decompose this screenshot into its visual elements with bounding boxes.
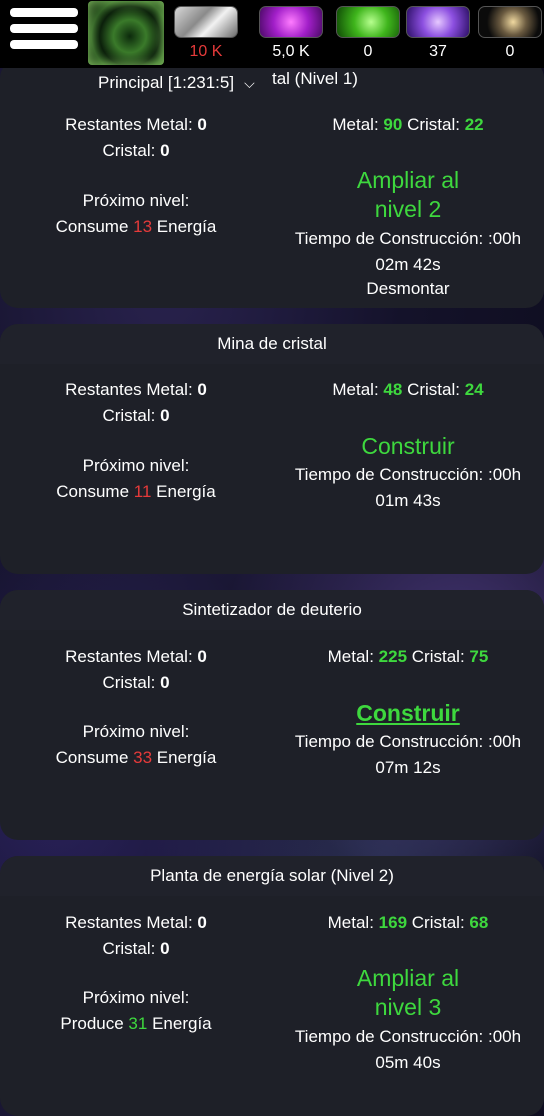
build-time: Tiempo de Construcción: :00h 05m 40s [294, 1027, 522, 1072]
build-button[interactable]: Construir [272, 699, 544, 728]
build-time: Tiempo de Construcción: :00h 07m 12s [294, 732, 522, 777]
crystal-icon [259, 6, 323, 38]
upgrade-button[interactable]: Ampliar al nivel 3 [272, 964, 544, 1022]
building-title: Planta de energía solar (Nivel 2) [0, 856, 544, 896]
crystal-resource[interactable]: 5,0 K [259, 6, 323, 61]
build-time: Tiempo de Construcción: :00h 02m 42s [294, 229, 522, 274]
building-title: Sintetizador de deuterio [0, 590, 544, 630]
dark-matter-resource[interactable]: 0 [478, 6, 542, 61]
chevron-down-icon: ⌵ [244, 74, 255, 91]
metal-resource[interactable]: 10 K [174, 6, 238, 61]
energy-resource[interactable]: 37 [406, 6, 470, 61]
next-level-energy: Próximo nivel: Consume 13 Energía [55, 191, 217, 236]
planet-selector-label: Principal [1:231:5] [98, 73, 235, 92]
dismantle-link[interactable]: Desmontar [272, 276, 544, 302]
building-card-crystal-mine: Mina de cristal Restantes Metal: 0 Crist… [0, 324, 544, 574]
dark-matter-amount: 0 [505, 43, 515, 60]
remaining-resources: Restantes Metal: 0 Cristal: 0 [65, 115, 207, 160]
planet-thumbnail[interactable] [88, 1, 164, 65]
building-title: tal (Nivel 1) [272, 69, 358, 88]
upgrade-button[interactable]: Ampliar al nivel 2 [272, 166, 544, 224]
metal-icon [174, 6, 238, 38]
build-cost: Metal: 169 Cristal: 68 [327, 913, 489, 932]
deuterium-icon [336, 6, 400, 38]
remaining-resources: Restantes Metal: 0 Cristal: 0 [65, 913, 207, 958]
next-level-energy: Próximo nivel: Produce 31 Energía [60, 988, 212, 1033]
deuterium-amount: 0 [363, 43, 373, 60]
metal-amount: 10 K [189, 43, 223, 60]
planet-selector[interactable]: Principal [1:231:5] ⌵ [88, 68, 272, 98]
next-level-energy: Próximo nivel: Consume 11 Energía [56, 456, 216, 501]
deuterium-resource[interactable]: 0 [336, 6, 400, 61]
energy-icon [406, 6, 470, 38]
build-cost: Metal: 90 Cristal: 22 [332, 115, 484, 134]
build-cost: Metal: 48 Cristal: 24 [332, 380, 484, 399]
remaining-resources: Restantes Metal: 0 Cristal: 0 [65, 647, 207, 692]
energy-amount: 37 [429, 43, 447, 60]
build-button[interactable]: Construir [272, 432, 544, 461]
crystal-amount: 5,0 K [272, 43, 310, 60]
building-card-metal-mine: tal (Nivel 1) Restantes Metal: 0 Cristal… [0, 60, 544, 308]
build-cost: Metal: 225 Cristal: 75 [327, 647, 489, 666]
next-level-energy: Próximo nivel: Consume 33 Energía [55, 722, 217, 767]
building-card-solar-plant: Planta de energía solar (Nivel 2) Restan… [0, 856, 544, 1116]
dark-matter-icon [478, 6, 542, 38]
resource-bar: 10 K 5,0 K 0 37 0 [0, 0, 544, 68]
building-title: Mina de cristal [0, 324, 544, 364]
building-card-deuterium-synthesizer: Sintetizador de deuterio Restantes Metal… [0, 590, 544, 840]
build-time: Tiempo de Construcción: :00h 01m 43s [294, 465, 522, 510]
menu-icon[interactable] [8, 4, 80, 64]
remaining-resources: Restantes Metal: 0 Cristal: 0 [65, 380, 207, 425]
